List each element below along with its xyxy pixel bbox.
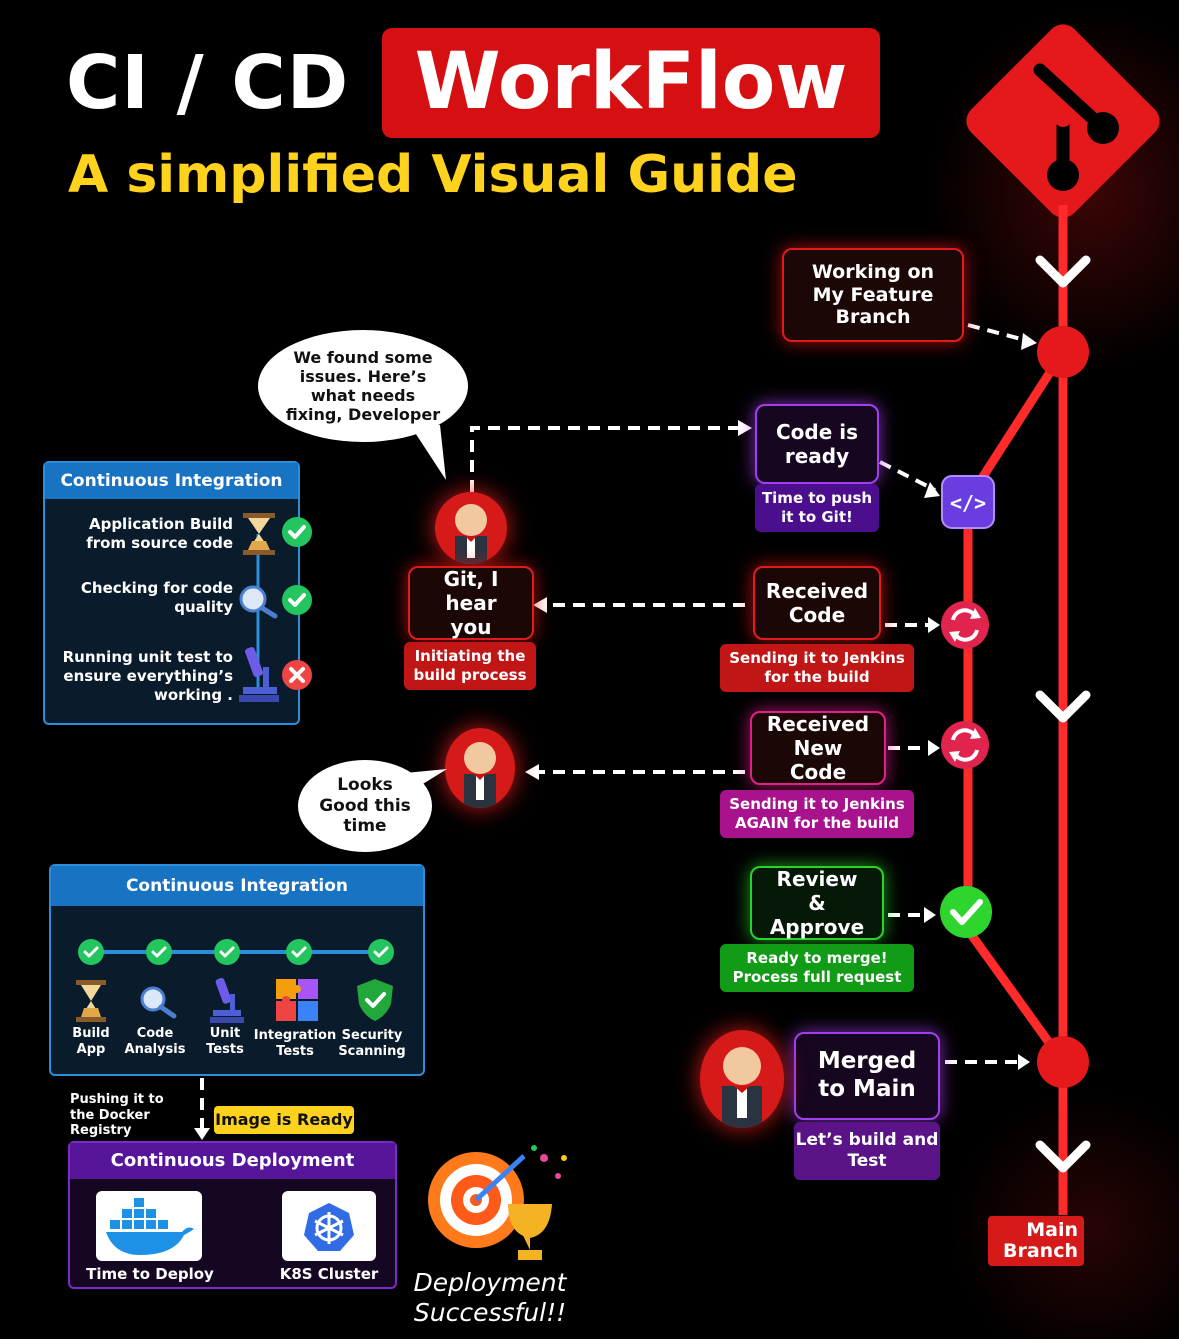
received-new-code-box: Received New Code xyxy=(750,711,886,785)
refresh-icon xyxy=(941,721,989,769)
ci-checklist-title: Continuous Integration xyxy=(45,463,298,499)
docker-tile xyxy=(96,1191,202,1261)
stage-label: Integration Tests xyxy=(253,1028,337,1059)
magnifier-icon xyxy=(140,986,177,1019)
cd-panel: Continuous Deployment Time to Deploy K8S… xyxy=(68,1141,397,1289)
fail-icon xyxy=(282,660,312,690)
svg-text:</>: </> xyxy=(950,491,986,515)
docker-whale-icon xyxy=(106,1198,194,1255)
stage-label: Unit Tests xyxy=(206,1026,244,1057)
ci-checklist-panel: Continuous Integration Application Build… xyxy=(43,461,312,725)
ci-step-label: Running unit test to ensure everything’s… xyxy=(62,648,233,704)
git-hear-box: Git, I hear you xyxy=(408,566,534,640)
microscope-icon xyxy=(239,647,279,702)
image-ready-badge: Image is Ready xyxy=(214,1106,354,1134)
approve-check-icon xyxy=(940,886,992,938)
puzzle-icon xyxy=(276,979,318,1021)
ci-step-label: Checking for code quality xyxy=(80,579,233,616)
stage-label: Security Scanning xyxy=(338,1028,406,1059)
working-feature-box: Working on My Feature Branch xyxy=(782,248,964,342)
received-code-box: Received Code xyxy=(753,566,881,640)
code-icon: </> xyxy=(941,475,995,529)
jenkins-mascot-icon xyxy=(445,728,515,808)
code-ready-box: Code is ready xyxy=(755,404,879,484)
cd-title: Continuous Deployment xyxy=(70,1143,395,1179)
docker-label: Time to Deploy xyxy=(86,1265,214,1283)
jenkins-mascot-icon xyxy=(435,492,507,564)
review-sub: Ready to merge! Process full request xyxy=(720,944,914,992)
branch-start-node xyxy=(1037,326,1089,378)
ci-pipeline-title: Continuous Integration xyxy=(51,866,423,906)
received-code-sub: Sending it to Jenkins for the build xyxy=(720,644,914,692)
jenkins-mascot-icon xyxy=(700,1030,784,1128)
k8s-label: K8S Cluster xyxy=(279,1265,379,1283)
refresh-icon xyxy=(941,601,989,649)
hourglass-icon xyxy=(76,980,106,1022)
merged-sub: Let’s build and Test xyxy=(794,1122,940,1180)
ci-step-label: Application Build from source code xyxy=(86,515,233,552)
stage-label: Code Analysis xyxy=(124,1026,186,1057)
push-registry-label: Pushing it to the Docker Registry xyxy=(70,1092,164,1139)
git-logo-icon xyxy=(966,24,1160,218)
merged-main-box: Merged to Main xyxy=(794,1032,940,1120)
page-title: CI / CD xyxy=(66,40,350,126)
page-subtitle: A simplified Visual Guide xyxy=(68,145,798,205)
target-trophy-icon xyxy=(428,1145,567,1260)
git-hear-sub: Initiating the build process xyxy=(404,642,536,690)
main-branch-label: Main Branch xyxy=(988,1216,1084,1266)
magnifier-icon xyxy=(239,585,278,619)
kubernetes-icon xyxy=(304,1203,354,1251)
stage-label: Build App xyxy=(72,1026,110,1057)
code-ready-sub: Time to push it to Git! xyxy=(755,484,879,532)
ci-pipeline-panel: Continuous Integration Build App Code An… xyxy=(49,864,425,1076)
kubernetes-tile xyxy=(282,1191,376,1261)
microscope-icon xyxy=(210,977,244,1023)
check-icon xyxy=(282,517,312,547)
deployment-success-text: Deployment Successful!! xyxy=(413,1268,567,1327)
shield-icon xyxy=(357,979,393,1021)
received-new-code-sub: Sending it to Jenkins AGAIN for the buil… xyxy=(720,790,914,838)
merge-node xyxy=(1037,1036,1089,1088)
bubble-tail xyxy=(405,769,447,795)
hourglass-icon xyxy=(243,513,275,555)
workflow-infographic: </> CI / CD WorkFlow A simplified Visual… xyxy=(0,0,1179,1339)
title-highlight: WorkFlow xyxy=(382,28,880,138)
review-approve-box: Review & Approve xyxy=(750,866,884,940)
bubble-tail xyxy=(410,425,446,480)
check-icon xyxy=(282,585,312,615)
